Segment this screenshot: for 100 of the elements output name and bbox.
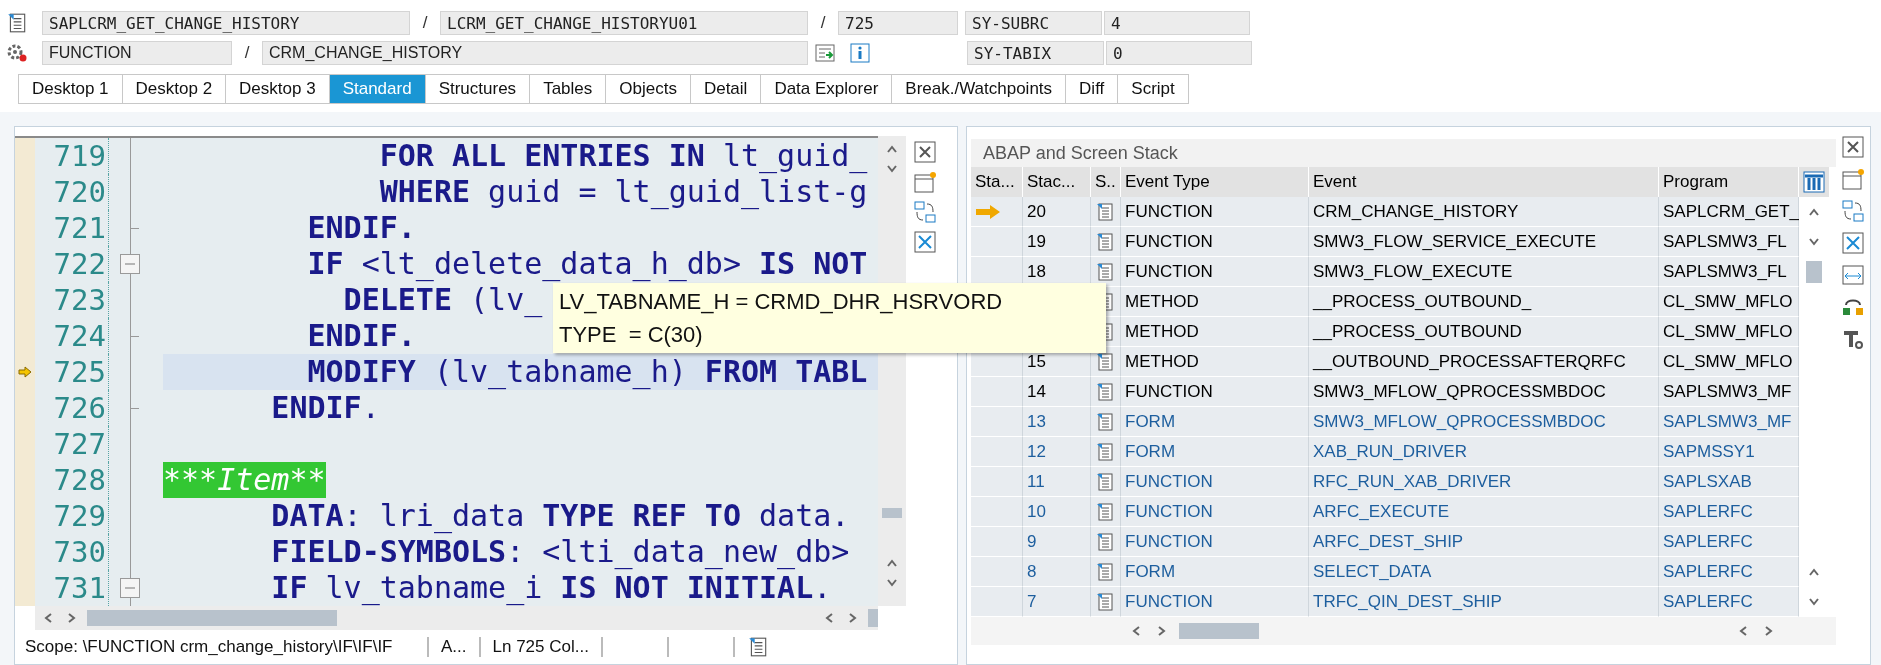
scroll-thumb[interactable] xyxy=(882,508,902,518)
tab[interactable]: Break./Watchpoints xyxy=(892,74,1067,104)
stretch-icon[interactable] xyxy=(1841,263,1865,287)
table-cell xyxy=(971,527,1023,557)
scroll-down-icon[interactable] xyxy=(1808,597,1820,607)
table-cell: SMW3_FLOW_SERVICE_EXECUTE xyxy=(1309,227,1659,257)
line-number: 724 xyxy=(35,318,109,354)
source-icon[interactable] xyxy=(1095,501,1115,522)
table-cell: ARFC_EXECUTE xyxy=(1309,497,1659,527)
table-cell: __PROCESS_OUTBOUND_ xyxy=(1309,287,1659,317)
table-cell: SAPLERFC xyxy=(1659,527,1799,557)
transfer-icon[interactable] xyxy=(814,43,836,63)
column-header[interactable]: Program xyxy=(1659,167,1799,197)
swap-icon[interactable] xyxy=(1841,199,1865,223)
source-icon[interactable] xyxy=(1095,351,1115,372)
tab[interactable]: Desktop 1 xyxy=(18,74,123,104)
table-cell: SAPLSMW3_FL xyxy=(1659,257,1799,287)
table-cell: FORM xyxy=(1121,437,1309,467)
maximize-icon[interactable] xyxy=(913,230,937,254)
table-cell: SELECT_DATA xyxy=(1309,557,1659,587)
collapse-icon[interactable] xyxy=(120,254,140,274)
tooltip-text: LV_TABNAME_H = CRMD_DHR_HSRVORD xyxy=(559,288,1004,316)
scroll-thumb[interactable] xyxy=(1179,623,1259,639)
table-cell xyxy=(971,437,1023,467)
tab[interactable]: Script xyxy=(1118,74,1189,104)
table-cell: FUNCTION xyxy=(1121,257,1309,287)
line-number: 720 xyxy=(35,174,109,210)
scroll-up-icon[interactable] xyxy=(886,558,898,568)
source-icon[interactable] xyxy=(1095,381,1115,402)
tab[interactable]: Detail xyxy=(690,74,762,104)
source-icon[interactable] xyxy=(1095,471,1115,492)
scroll-down-icon[interactable] xyxy=(1808,237,1820,247)
tab[interactable]: Desktop 3 xyxy=(226,74,330,104)
columns-icon[interactable] xyxy=(1802,170,1826,194)
panel-title: ABAP and Screen Stack xyxy=(971,139,1836,167)
tab[interactable]: Desktop 2 xyxy=(122,74,227,104)
column-header[interactable]: Stac... xyxy=(1023,167,1091,197)
line-number: 723 xyxy=(35,282,109,318)
table-cell xyxy=(971,377,1023,407)
source-icon[interactable] xyxy=(1095,261,1115,282)
swap-icon[interactable] xyxy=(913,200,937,224)
table-cell: 20 xyxy=(1023,197,1091,227)
scroll-thumb[interactable] xyxy=(1806,261,1822,283)
line-number: 726 xyxy=(35,390,109,426)
scroll-up-icon[interactable] xyxy=(886,144,898,154)
table-cell: SMW3_FLOW_EXECUTE xyxy=(1309,257,1659,287)
scroll-down-icon[interactable] xyxy=(886,578,898,588)
column-header[interactable]: Event xyxy=(1309,167,1659,197)
close-window-icon[interactable] xyxy=(913,140,937,164)
display-field: 725 xyxy=(838,11,958,35)
source-icon[interactable] xyxy=(1095,411,1115,432)
close-window-icon[interactable] xyxy=(1841,135,1865,159)
table-cell: TRFC_QIN_DEST_SHIP xyxy=(1309,587,1659,617)
scroll-thumb[interactable] xyxy=(868,609,878,627)
tab[interactable]: Objects xyxy=(606,74,691,104)
current-line-arrow-icon xyxy=(18,366,32,378)
table-cell: RFC_RUN_XAB_DRIVER xyxy=(1309,467,1659,497)
tab[interactable]: Tables xyxy=(530,74,607,104)
scroll-thumb[interactable] xyxy=(87,610,337,626)
line-number: 728 xyxy=(35,462,109,498)
table-cell: METHOD xyxy=(1121,287,1309,317)
code-line: WHERE guid = lt_guid_list-g xyxy=(379,174,868,210)
line-number: 722 xyxy=(35,246,109,282)
tab[interactable]: Structures xyxy=(425,74,531,104)
table-cell: SAPLSMW3_MF xyxy=(1659,377,1799,407)
gear-icon[interactable] xyxy=(6,43,28,63)
new-window-icon[interactable] xyxy=(1841,167,1865,191)
table-cell: 8 xyxy=(1023,557,1091,587)
tab[interactable]: Data Explorer xyxy=(761,74,893,104)
tab[interactable]: Diff xyxy=(1066,74,1119,104)
new-window-icon[interactable] xyxy=(913,170,937,194)
source-icon[interactable] xyxy=(1095,591,1115,612)
code-line: FIELD-SYMBOLS: <lti_data_new_db> xyxy=(271,534,850,570)
table-cell: SAPLSMW3_MF xyxy=(1659,407,1799,437)
scroll-up-icon[interactable] xyxy=(1808,567,1820,577)
scroll-down-icon[interactable] xyxy=(886,164,898,174)
maximize-icon[interactable] xyxy=(1841,231,1865,255)
table-cell: FUNCTION xyxy=(1121,587,1309,617)
path-separator: / xyxy=(243,43,251,63)
source-icon[interactable] xyxy=(1095,441,1115,462)
scroll-up-icon[interactable] xyxy=(1808,207,1820,217)
source-icon[interactable] xyxy=(1095,561,1115,582)
line-number: 719 xyxy=(35,138,109,174)
column-header[interactable]: Sta... xyxy=(971,167,1023,197)
source-icon[interactable] xyxy=(1095,201,1115,222)
source-icon[interactable] xyxy=(1095,231,1115,252)
info-icon[interactable] xyxy=(850,43,870,63)
code-line: DELETE (lv_ xyxy=(343,282,543,318)
table-cell: FUNCTION xyxy=(1121,197,1309,227)
display-field: CRM_CHANGE_HISTORY xyxy=(262,41,808,65)
table-cell: 12 xyxy=(1023,437,1091,467)
column-header[interactable]: S.. xyxy=(1091,167,1121,197)
column-header[interactable]: Event Type xyxy=(1121,167,1309,197)
source-icon[interactable] xyxy=(1095,531,1115,552)
code-comment: ***Item** xyxy=(163,462,326,498)
system-field-value: 4 xyxy=(1104,11,1250,35)
program-icon[interactable] xyxy=(6,12,28,34)
system-field-value: 0 xyxy=(1106,41,1252,65)
code-line: FOR ALL ENTRIES IN lt_guid_ xyxy=(379,138,868,174)
collapse-icon[interactable] xyxy=(120,578,140,598)
